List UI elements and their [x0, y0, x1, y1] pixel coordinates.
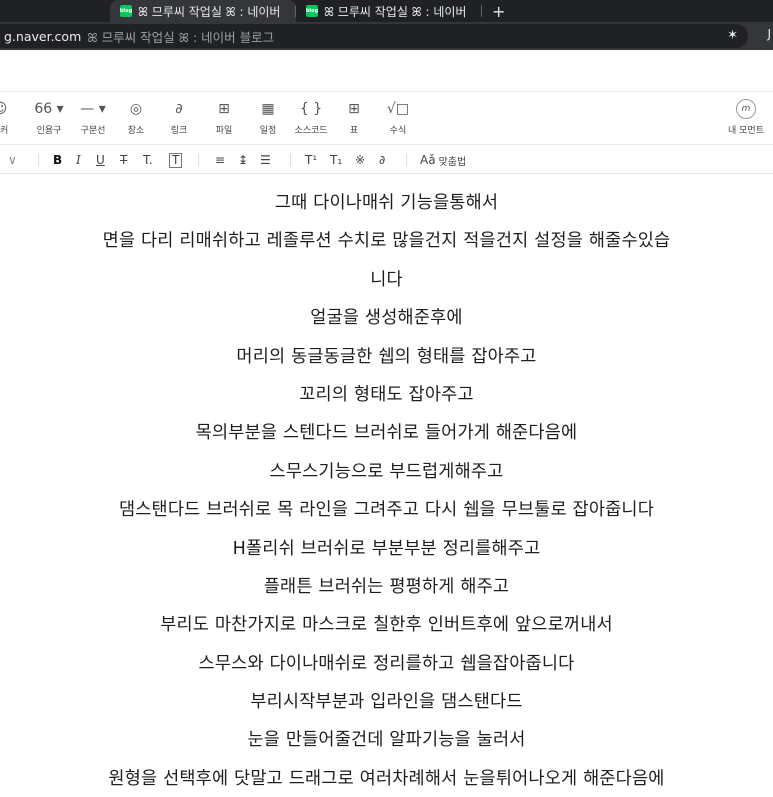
file-button[interactable]: ⊞ 파일: [202, 99, 246, 136]
table-icon: ⊞: [348, 101, 360, 117]
moment-glyph: m: [736, 99, 756, 119]
file-icon: ⊞: [218, 101, 230, 117]
address-bar-row: g.naver.com ꕤ 므루씨 작업실 ꕤ : 네이버 블로그 ✶: [0, 22, 773, 50]
spellcheck-icon: Aǎ: [420, 153, 436, 167]
quote-icon: 66 ▾: [34, 101, 64, 117]
paragraph-line[interactable]: 머리의 동글동글한 쉡의 형태를 잡아주고: [0, 340, 773, 378]
file-label: 파일: [215, 126, 233, 136]
table-label: 표: [349, 126, 359, 136]
browser-tab-2-title: ꕤ 므루씨 작업실 ꕤ : 네이버: [324, 4, 467, 19]
background-color-button[interactable]: T: [169, 151, 183, 169]
strikethrough-button[interactable]: T: [120, 151, 127, 169]
moment-icon: m: [722, 99, 770, 119]
toolbar-divider: [198, 154, 199, 166]
sticker-button[interactable]: ☺ 티커: [0, 99, 22, 136]
table-button[interactable]: ⊞ 표: [332, 99, 376, 136]
editor-content[interactable]: 그때 다이나매쉬 기능을통해서 면을 다리 리매쉬하고 레졸루션 수치로 많을건지…: [0, 186, 773, 797]
insert-toolbar: ☺ 티커 66 ▾ 인용구 — ▾ 구분선 ◎ 장소 ∂ 링크 ⊞ 파일 ▦ 일…: [0, 93, 773, 145]
divider-icon: — ▾: [80, 101, 106, 117]
text-color-button[interactable]: T.: [143, 151, 153, 169]
address-host: g.naver.com: [4, 28, 82, 44]
browser-tab-1[interactable]: blog ꕤ 므루씨 작업실 ꕤ : 네이버: [110, 0, 296, 22]
naver-blog-favicon-icon: blog: [120, 5, 132, 17]
schedule-icon: ▦: [261, 101, 275, 117]
paragraph-line[interactable]: 부리시작부분과 입라인을 댐스탠다드: [0, 685, 773, 723]
code-icon: { }: [299, 101, 323, 117]
toolbar-divider: [290, 154, 291, 166]
background-color-glyph: T: [169, 152, 183, 168]
link-label: 링크: [170, 126, 188, 136]
moment-button[interactable]: m 내 모먼트: [722, 99, 770, 136]
line-height-button[interactable]: ↨: [238, 151, 248, 169]
quote-button[interactable]: 66 ▾ 인용구: [27, 99, 71, 136]
browser-tab-1-title: ꕤ 므루씨 작업실 ꕤ : 네이버: [138, 4, 281, 19]
font-size-dropdown-icon[interactable]: ∨: [8, 151, 17, 169]
paragraph-line[interactable]: 그때 다이나매쉬 기능을통해서: [0, 186, 773, 224]
paragraph-line[interactable]: 니다: [0, 263, 773, 301]
quote-label: 인용구: [36, 126, 62, 136]
paragraph-line[interactable]: 눈을 만들어줄건데 알파기능을 눌러서: [0, 723, 773, 761]
paragraph-line[interactable]: 목의부분을 스텐다드 브러쉬로 들어가게 해준다음에: [0, 416, 773, 454]
toolbar-divider: [406, 154, 407, 166]
paragraph-line[interactable]: 스무스기능으로 부드럽게해주고: [0, 455, 773, 493]
formula-label: 수식: [389, 126, 407, 136]
underline-button[interactable]: U: [96, 151, 105, 169]
browser-tab-2[interactable]: blog ꕤ 므루씨 작업실 ꕤ : 네이버: [296, 0, 482, 22]
extension-icon[interactable]: ✶: [727, 28, 738, 43]
paragraph-line[interactable]: 플래튼 브러쉬는 평평하게 해주고: [0, 570, 773, 608]
tab-separator: [481, 5, 482, 17]
code-label: 소스코드: [294, 126, 328, 136]
location-button[interactable]: ◎ 장소: [114, 99, 158, 136]
paragraph-line[interactable]: 얼굴을 생성해준후에: [0, 301, 773, 339]
spellcheck-label: 맞춤법: [438, 156, 467, 168]
list-button[interactable]: ☰: [260, 151, 271, 169]
paragraph-line[interactable]: 스무스와 다이나매쉬로 정리를하고 쉡을잡아줍니다: [0, 647, 773, 685]
sticker-label: 티커: [0, 126, 9, 136]
link-icon: ∂: [175, 101, 183, 117]
paragraph-line[interactable]: H폴리쉬 브러쉬로 부분부분 정리를해주고: [0, 532, 773, 570]
spellcheck-button[interactable]: Aǎ 맞춤법: [420, 151, 466, 169]
divider-button[interactable]: — ▾ 구분선: [71, 99, 115, 136]
sticker-icon: ☺: [0, 99, 22, 119]
italic-button[interactable]: I: [76, 151, 81, 169]
moment-label: 내 모먼트: [728, 126, 764, 136]
paragraph-line[interactable]: 꼬리의 형태도 잡아주고: [0, 378, 773, 416]
location-label: 장소: [127, 126, 145, 136]
profile-initial[interactable]: J: [767, 27, 771, 41]
paragraph-line[interactable]: 부리도 마찬가지로 마스크로 칠한후 인버트후에 앞으로꺼내서: [0, 608, 773, 646]
schedule-label: 일정: [259, 126, 277, 136]
new-tab-button[interactable]: +: [482, 0, 505, 22]
link-button[interactable]: ∂ 링크: [157, 99, 201, 136]
formula-button[interactable]: √□ 수식: [376, 99, 420, 136]
link-format-button[interactable]: ∂: [379, 151, 385, 169]
content-bottom: [0, 789, 773, 797]
format-toolbar: ∨ B I U T T. T ≡ ↨ ☰ T¹ T₁ ※ ∂ Aǎ 맞춤법: [0, 146, 773, 174]
browser-tab-strip: blog ꕤ 므루씨 작업실 ꕤ : 네이버 blog ꕤ 므루씨 작업실 ꕤ …: [0, 0, 773, 22]
align-button[interactable]: ≡: [215, 151, 225, 169]
address-bar[interactable]: g.naver.com ꕤ 므루씨 작업실 ꕤ : 네이버 블로그 ✶: [0, 24, 748, 48]
subscript-button[interactable]: T₁: [330, 151, 342, 169]
bold-button[interactable]: B: [53, 151, 62, 169]
special-char-button[interactable]: ※: [355, 151, 365, 169]
paragraph-line[interactable]: 면을 다리 리매쉬하고 레졸루션 수치로 많을건지 적을건지 설정을 해줄수있습: [0, 224, 773, 262]
naver-blog-favicon-icon: blog: [306, 5, 318, 17]
divider-label: 구분선: [80, 126, 106, 136]
editor-header: [0, 50, 773, 92]
code-button[interactable]: { } 소스코드: [289, 99, 333, 136]
location-icon: ◎: [129, 101, 143, 117]
address-page-title: ꕤ 므루씨 작업실 ꕤ : 네이버 블로그: [87, 29, 275, 45]
formula-icon: √□: [386, 101, 410, 117]
paragraph-line[interactable]: 댐스탠다드 브러쉬로 목 라인을 그려주고 다시 쉡을 무브툴로 잡아줍니다: [0, 493, 773, 531]
toolbar-divider: [38, 154, 39, 166]
superscript-button[interactable]: T¹: [305, 151, 317, 169]
schedule-button[interactable]: ▦ 일정: [246, 99, 290, 136]
